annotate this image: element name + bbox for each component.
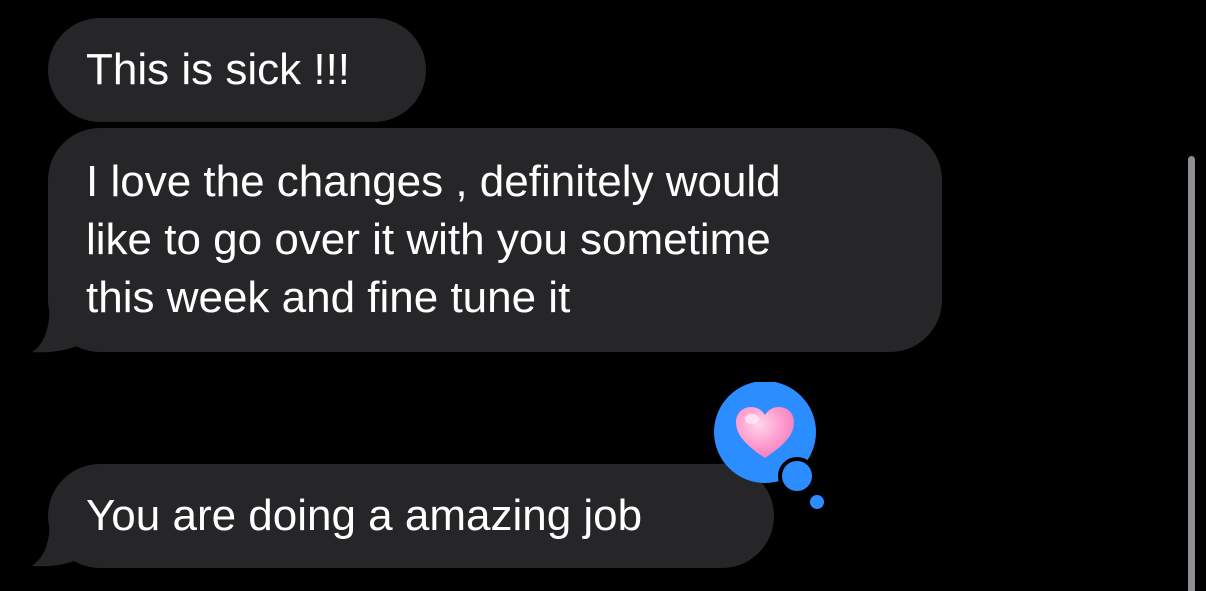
message-text: You are doing a amazing job xyxy=(86,491,643,540)
message-text-line: like to go over it with you sometime xyxy=(86,215,771,264)
reaction-bubble-tail xyxy=(778,457,816,495)
message-text-line: this week and fine tune it xyxy=(86,273,571,322)
message-text-line: I love the changes , definitely would xyxy=(86,157,781,206)
tapback-reaction[interactable] xyxy=(714,382,834,512)
message-text: This is sick !!! xyxy=(86,45,351,94)
message-bubble[interactable]: You are doing a amazing job xyxy=(48,464,774,568)
message-bubble[interactable]: I love the changes , definitely would li… xyxy=(48,128,942,352)
message-bubble[interactable]: This is sick !!! xyxy=(48,18,426,122)
scrollbar[interactable] xyxy=(1188,156,1195,591)
reaction-bubble-dot xyxy=(810,495,824,509)
